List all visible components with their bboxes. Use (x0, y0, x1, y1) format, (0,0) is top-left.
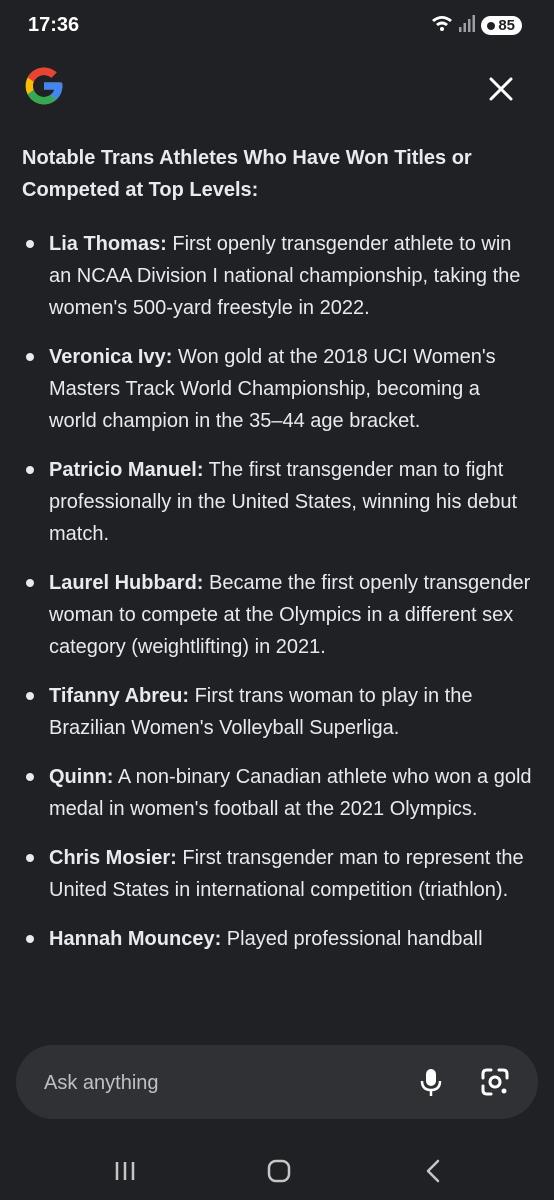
bullet-icon (26, 935, 34, 943)
scroll-fade (0, 960, 554, 1030)
bullet-icon (26, 579, 34, 587)
item-name: Hannah Mouncey: (49, 928, 222, 950)
list-item: Hannah Mouncey: Played professional hand… (22, 923, 532, 955)
bullet-icon (26, 773, 34, 781)
back-icon[interactable] (418, 1156, 448, 1186)
google-lens-icon[interactable] (478, 1065, 512, 1099)
item-name: Patricio Manuel: (49, 459, 204, 481)
bullet-icon (26, 353, 34, 361)
list-item: Tifanny Abreu: First trans woman to play… (22, 680, 532, 744)
bullet-icon (26, 692, 34, 700)
microphone-icon[interactable] (414, 1065, 448, 1099)
battery-level: 85 (498, 17, 515, 34)
item-name: Laurel Hubbard: (49, 572, 204, 594)
status-bar: 17:36 85 (0, 0, 554, 52)
response-content: Notable Trans Athletes Who Have Won Titl… (0, 120, 554, 1030)
google-g-icon (22, 64, 66, 113)
item-text: Played professional handball (221, 928, 483, 950)
bullet-icon (26, 240, 34, 248)
bullet-icon (26, 854, 34, 862)
ask-bar (16, 1045, 538, 1119)
list-item: Patricio Manuel: The first transgender m… (22, 454, 532, 550)
status-icons: 85 (431, 14, 522, 37)
item-name: Veronica Ivy: (49, 346, 173, 368)
header (0, 56, 554, 120)
home-icon[interactable] (264, 1156, 294, 1186)
list-item: Quinn: A non-binary Canadian athlete who… (22, 761, 532, 825)
navigation-bar (0, 1140, 554, 1200)
signal-icon (459, 14, 476, 37)
wifi-icon (431, 14, 453, 37)
item-name: Lia Thomas: (49, 233, 167, 255)
list-item: Veronica Ivy: Won gold at the 2018 UCI W… (22, 341, 532, 437)
ask-input[interactable] (42, 1067, 346, 1099)
list-item: Lia Thomas: First openly transgender ath… (22, 228, 532, 324)
list-item: Chris Mosier: First transgender man to r… (22, 842, 532, 906)
bullet-icon (26, 466, 34, 474)
athlete-list: Lia Thomas: First openly transgender ath… (22, 228, 532, 972)
close-icon[interactable] (484, 72, 518, 106)
item-text: A non-binary Canadian athlete who won a … (49, 766, 532, 820)
recent-apps-icon[interactable] (110, 1156, 140, 1186)
list-item: Laurel Hubbard: Became the first openly … (22, 567, 532, 663)
response-heading: Notable Trans Athletes Who Have Won Titl… (22, 147, 472, 201)
battery-icon: 85 (481, 16, 522, 35)
status-time: 17:36 (28, 14, 80, 36)
item-name: Chris Mosier: (49, 847, 177, 869)
item-name: Quinn: (49, 766, 114, 788)
item-name: Tifanny Abreu: (49, 685, 190, 707)
